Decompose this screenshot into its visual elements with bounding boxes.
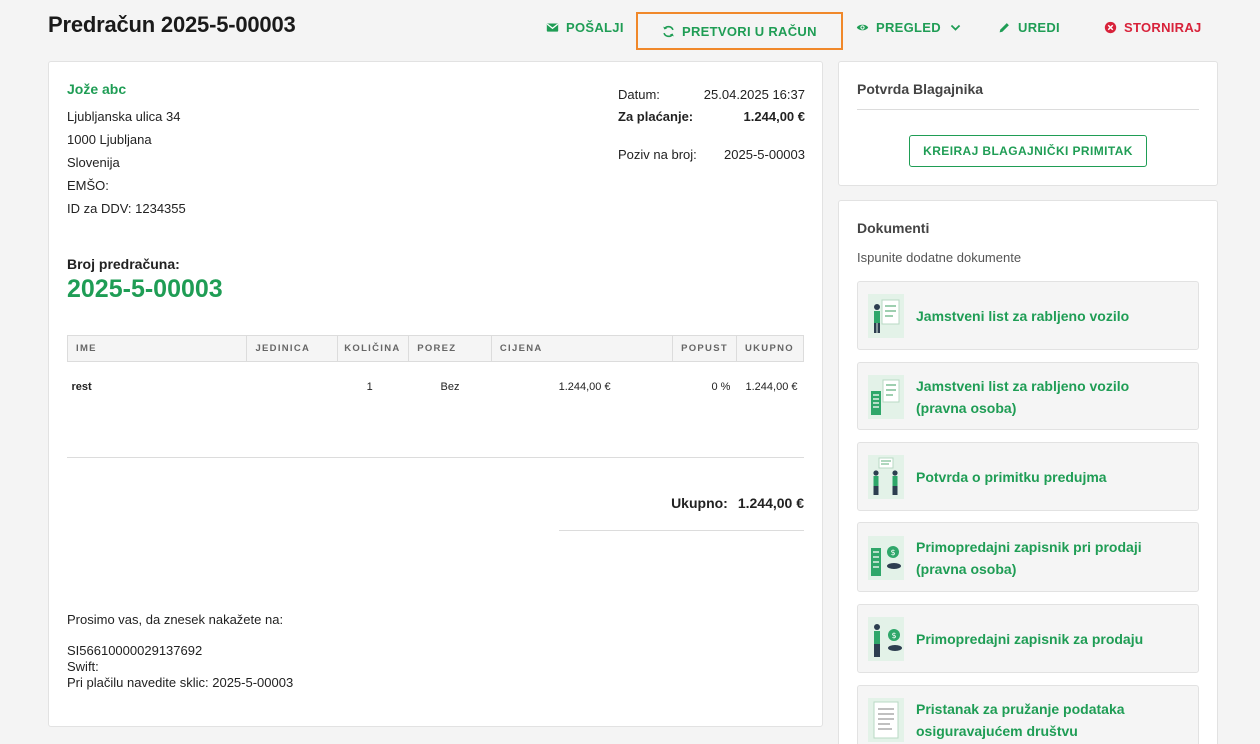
documents-card: Dokumenti Ispunite dodatne dokumente Jam… xyxy=(838,200,1218,744)
cashier-card: Potvrda Blagajnika KREIRAJ BLAGAJNIČKI P… xyxy=(838,61,1218,186)
envelope-icon xyxy=(546,22,559,32)
col-unit: JEDINICA xyxy=(246,335,339,362)
col-total: UKUPNO xyxy=(735,335,805,362)
document-label: Primopredajni zapisnik za prodaju xyxy=(916,631,1144,647)
payment-swift: Swift: xyxy=(67,659,99,674)
client-name: Jože abc xyxy=(67,81,127,97)
col-discount: POPUST xyxy=(672,335,737,362)
invoice-card: Jože abc Ljubljanska ulica 34 1000 Ljubl… xyxy=(48,61,823,727)
preview-dropdown[interactable]: PREGLED xyxy=(856,8,962,46)
total-label: Ukupno: xyxy=(671,495,728,511)
edit-button[interactable]: UREDI xyxy=(998,8,1060,46)
documents-subtitle: Ispunite dodatne dokumente xyxy=(857,250,1022,265)
cancel-invoice-button[interactable]: STORNIRAJ xyxy=(1104,8,1202,46)
client-country: Slovenija xyxy=(67,155,120,170)
cell-price: 1.244,00 € xyxy=(558,380,611,393)
cell-name: rest xyxy=(71,380,92,393)
document-label: Primopredajni zapisnik pri prodaji (pravn… xyxy=(916,539,1142,577)
top-bar: Predračun 2025-5-00003 POŠALJI PRETVORI … xyxy=(0,0,1260,56)
close-circle-icon xyxy=(1104,21,1117,33)
document-item-warranty-used-vehicle-legal[interactable]: Jamstveni list za rabljeno vozilo (pravna… xyxy=(857,362,1199,430)
document-illustration-icon: $ xyxy=(868,617,904,661)
svg-text:$: $ xyxy=(891,631,896,640)
client-street: Ljubljanska ulica 34 xyxy=(67,109,181,124)
payment-reference: Pri plačilu navedite sklic: 2025-5-00003 xyxy=(67,675,294,690)
client-address: Ljubljanska ulica 34 1000 Ljubljana Slov… xyxy=(67,105,186,220)
items-table: IME JEDINICA KOLIČINA POREZ CIJENA POPUS… xyxy=(66,335,805,412)
cashier-divider xyxy=(857,109,1199,110)
cell-tax: Bez xyxy=(440,380,460,393)
divider xyxy=(67,457,804,458)
document-label: Jamstveni list za rabljeno vozilo (pravna… xyxy=(916,378,1130,416)
pencil-icon xyxy=(999,22,1009,32)
document-item-warranty-used-vehicle[interactable]: Jamstveni list za rabljeno vozilo xyxy=(857,281,1199,350)
document-item-insurance-consent[interactable]: Pristanak za pružanje podataka osiguravaj… xyxy=(857,685,1199,744)
cell-discount: 0 % xyxy=(711,380,731,393)
page-title: Predračun 2025-5-00003 xyxy=(48,12,296,37)
cell-quantity: 1 xyxy=(366,380,373,393)
cell-unit xyxy=(247,362,338,412)
invoice-number: 2025-5-00003 xyxy=(67,275,223,303)
chevron-down-icon xyxy=(950,24,961,31)
table-header-row: IME JEDINICA KOLIČINA POREZ CIJENA POPUS… xyxy=(66,335,805,362)
cell-total: 1.244,00 € xyxy=(745,380,798,393)
col-tax: POREZ xyxy=(408,335,492,362)
payment-iban: SI56610000029137692 xyxy=(67,643,203,658)
total-value: 1.244,00 € xyxy=(737,495,804,511)
client-emso: EMŠO: xyxy=(67,178,109,193)
document-illustration-icon xyxy=(868,455,904,499)
meta-date: Datum: 25.04.2025 16:37 xyxy=(618,87,805,102)
cashier-title: Potvrda Blagajnika xyxy=(857,81,984,97)
document-illustration-icon xyxy=(868,698,904,742)
create-cash-receipt-button[interactable]: KREIRAJ BLAGAJNIČKI PRIMITAK xyxy=(909,135,1147,167)
document-illustration-icon: $ xyxy=(868,536,904,580)
grand-total: Ukupno: 1.244,00 € xyxy=(671,495,804,511)
meta-reference: Poziv na broj: 2025-5-00003 xyxy=(618,147,805,162)
send-button[interactable]: POŠALJI xyxy=(546,8,624,46)
document-label: Jamstveni list za rabljeno vozilo xyxy=(916,308,1130,324)
refresh-icon xyxy=(663,25,674,37)
document-item-handover-sale[interactable]: $ Primopredajni zapisnik za prodaju xyxy=(857,604,1199,673)
table-row: rest 1 Bez 1.244,00 € 0 % 1.244,00 € xyxy=(68,362,804,412)
documents-title: Dokumenti xyxy=(857,220,930,236)
document-label: Potvrda o primitku predujma xyxy=(916,469,1107,485)
svg-text:$: $ xyxy=(890,548,895,557)
document-illustration-icon xyxy=(868,294,904,338)
col-price: CIJENA xyxy=(490,335,674,362)
total-divider xyxy=(559,530,804,531)
client-city: 1000 Ljubljana xyxy=(67,132,152,147)
col-name: IME xyxy=(66,335,248,362)
eye-icon xyxy=(856,24,869,30)
invoice-number-label: Broj predračuna: xyxy=(67,256,180,272)
client-vat: ID za DDV: 1234355 xyxy=(67,201,186,216)
document-item-handover-sale-legal[interactable]: $ Primopredajni zapisnik pri prodaji (pra… xyxy=(857,522,1199,592)
payment-intro: Prosimo vas, da znesek nakažete na: xyxy=(67,612,284,627)
document-label: Pristanak za pružanje podataka osiguravaj… xyxy=(916,701,1125,739)
meta-due: Za plaćanje: 1.244,00 € xyxy=(618,109,805,124)
convert-to-invoice-button[interactable]: PRETVORI U RAČUN xyxy=(636,12,843,50)
col-quantity: KOLIČINA xyxy=(337,335,410,362)
document-illustration-icon xyxy=(868,375,904,419)
document-item-advance-receipt[interactable]: Potvrda o primitku predujma xyxy=(857,442,1199,511)
